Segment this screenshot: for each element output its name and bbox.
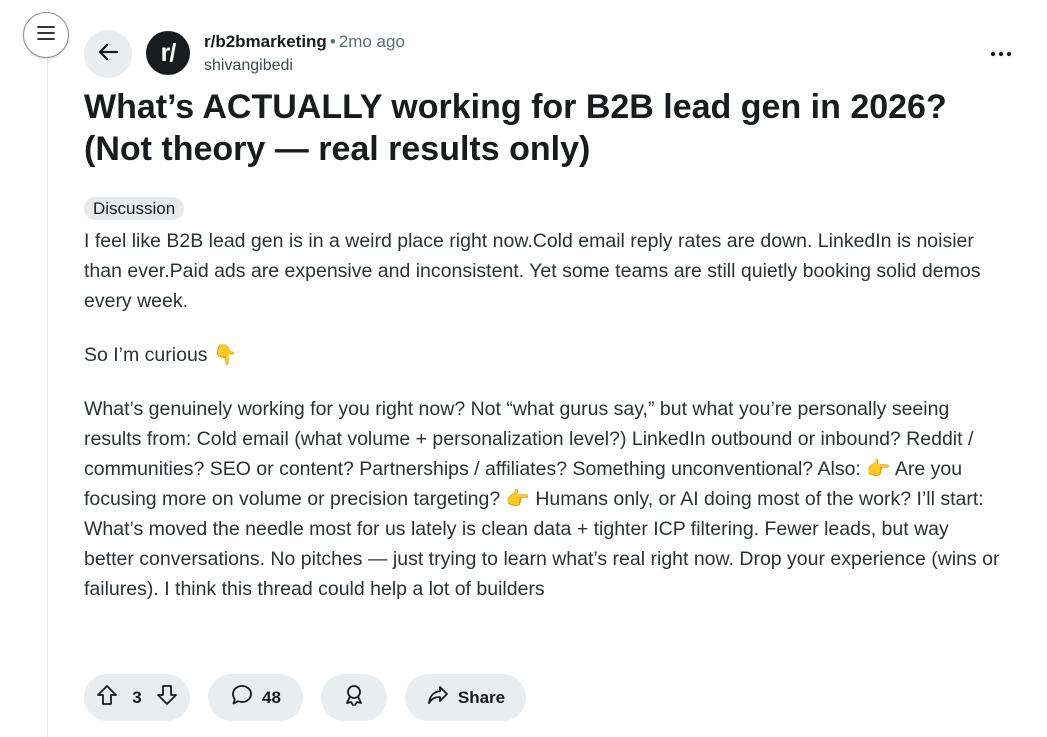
share-button[interactable]: Share [405,674,526,721]
author-link[interactable]: shivangibedi [204,56,293,76]
meta-separator: • [329,32,336,51]
body-paragraph: What’s genuinely working for you right n… [84,394,1004,604]
arrow-up-icon [96,684,118,711]
point-right-emoji: 👉 [505,487,530,510]
share-arrow-icon [426,683,450,712]
menu-button[interactable] [23,12,69,58]
comments-button[interactable]: 48 [208,674,303,721]
award-icon [342,683,366,712]
share-label: Share [457,687,506,707]
post-timestamp: 2mo ago [338,32,405,51]
upvote-button[interactable] [92,683,122,713]
subreddit-link[interactable]: r/b2bmarketing [204,32,327,51]
post-title: What’s ACTUALLY working for B2B lead gen… [84,88,947,168]
post-flair[interactable]: Discussion [84,197,185,220]
vote-count: 3 [132,687,142,707]
left-rail-divider [47,58,48,737]
body-paragraph: So I’m curious 👇 [84,340,1004,370]
speech-bubble-icon [230,683,254,712]
hamburger-icon [35,23,57,48]
point-down-emoji: 👇 [212,343,238,366]
arrow-down-icon [156,684,178,711]
point-right-emoji: 👉 [866,457,891,480]
comment-count: 48 [262,687,281,707]
arrow-left-icon [96,40,120,69]
vote-control: 3 [84,674,190,721]
post-meta: r/b2bmarketing • 2mo ago [204,32,405,52]
award-button[interactable] [321,674,387,721]
more-options-button[interactable] [982,38,1020,68]
body-text: What’s genuinely working for you right n… [84,398,974,480]
downvote-button[interactable] [152,683,182,713]
ellipsis-icon [990,44,1012,62]
subreddit-avatar[interactable]: r/ [146,31,190,75]
body-text: So I’m curious [84,344,213,366]
back-button[interactable] [84,30,132,78]
body-paragraph: I feel like B2B lead gen is in a weird p… [84,230,981,312]
post-body: I feel like B2B lead gen is in a weird p… [84,226,1004,628]
